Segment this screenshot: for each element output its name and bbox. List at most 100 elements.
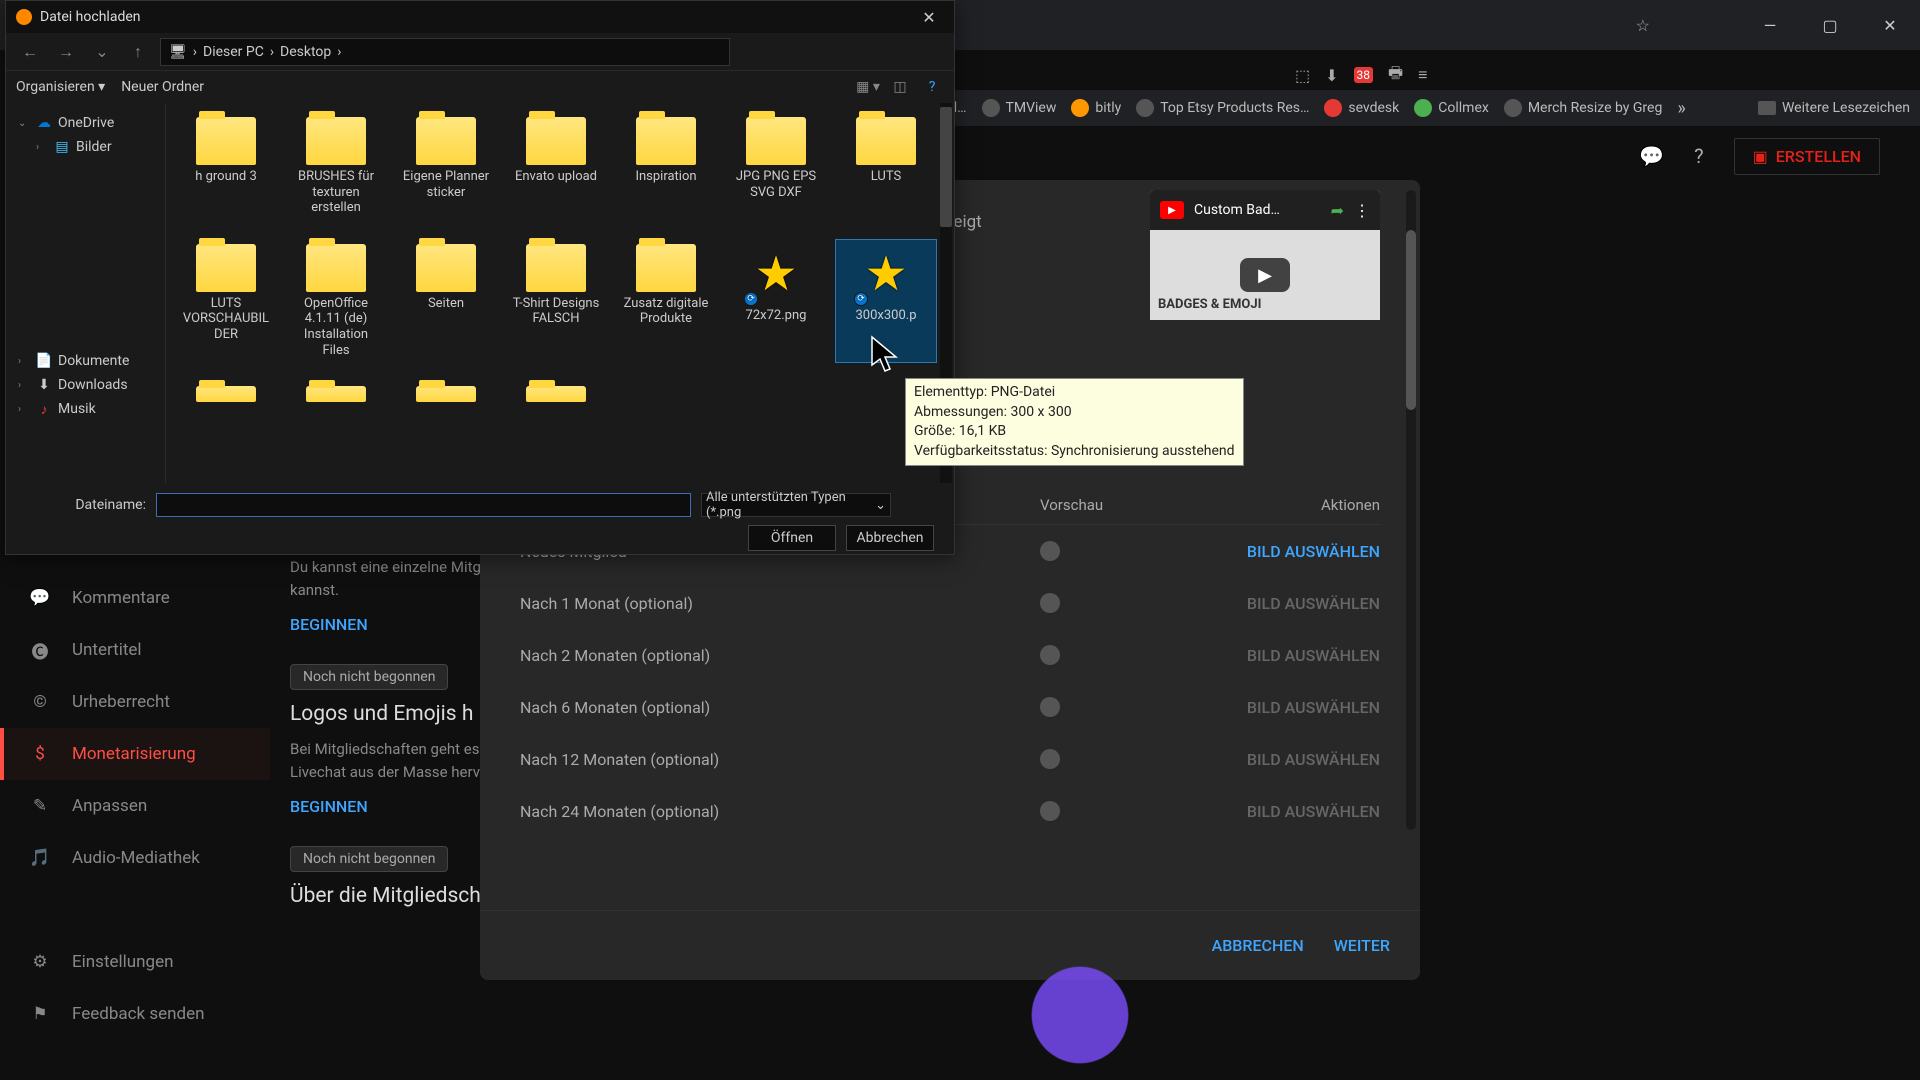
- file-name: Envato upload: [515, 169, 597, 185]
- preview-cell: [1040, 593, 1180, 613]
- new-folder-button[interactable]: Neuer Ordner: [121, 79, 204, 95]
- nav-forward-button[interactable]: →: [52, 38, 80, 66]
- cancel-button[interactable]: Abbrechen: [846, 525, 934, 551]
- create-button[interactable]: ▣ ERSTELLEN: [1734, 138, 1880, 175]
- extension-icon[interactable]: ⬚: [1295, 66, 1310, 85]
- select-image-link[interactable]: BILD AUSWÄHLEN: [1247, 646, 1380, 665]
- tree-item-musik[interactable]: ›♪Musik: [10, 397, 161, 421]
- scroll-thumb[interactable]: [940, 107, 952, 227]
- duration-cell: Nach 12 Monaten (optional): [520, 750, 1040, 769]
- select-image-link[interactable]: BILD AUSWÄHLEN: [1247, 802, 1380, 821]
- folder-icon: [306, 244, 366, 292]
- sidebar-item-subtitles[interactable]: 🅒Untertitel: [0, 624, 270, 676]
- modal-cancel-button[interactable]: ABBRECHEN: [1212, 936, 1304, 955]
- select-image-link[interactable]: BILD AUSWÄHLEN: [1247, 750, 1380, 769]
- file-item[interactable]: Inspiration: [616, 113, 716, 220]
- print-icon[interactable]: 🖶: [1388, 62, 1403, 89]
- help-icon[interactable]: ?: [1694, 144, 1703, 168]
- file-item[interactable]: BRUSHES für texturen erstellen: [286, 113, 386, 220]
- pc-icon: 🖥: [169, 44, 187, 60]
- file-item[interactable]: Seiten: [396, 240, 496, 362]
- sidebar-item-settings[interactable]: ⚙Einstellungen: [0, 936, 270, 988]
- bookmark-item[interactable]: sevdesk: [1324, 99, 1399, 117]
- sidebar-item-audio[interactable]: 🎵Audio-Mediathek: [0, 832, 270, 884]
- window-minimize-button[interactable]: —: [1750, 10, 1790, 40]
- path-segment[interactable]: Dieser PC: [203, 44, 264, 60]
- tree-item-dokumente[interactable]: ›📄Dokumente: [10, 349, 161, 373]
- preview-pane-button[interactable]: ◫: [888, 77, 912, 97]
- file-item[interactable]: [176, 382, 276, 406]
- bookmark-icon: [1504, 99, 1522, 117]
- file-list[interactable]: h ground 3 BRUSHES für texturen erstellen…: [166, 103, 954, 483]
- bookmarks-folder[interactable]: Weitere Lesezeichen: [1758, 100, 1910, 116]
- share-icon[interactable]: ➦: [1331, 201, 1344, 220]
- sidebar-item-customize[interactable]: ✎Anpassen: [0, 780, 270, 832]
- extension-icon[interactable]: 38: [1354, 67, 1374, 83]
- menu-icon[interactable]: ≡: [1418, 65, 1427, 85]
- view-mode-button[interactable]: ▦ ▾: [856, 77, 880, 97]
- path-segment[interactable]: Desktop: [280, 44, 331, 60]
- file-item[interactable]: [396, 382, 496, 406]
- address-bar[interactable]: 🖥 › Dieser PC › Desktop ›: [160, 38, 730, 66]
- select-image-link[interactable]: BILD AUSWÄHLEN: [1247, 594, 1380, 613]
- preview-cell: [1040, 801, 1180, 821]
- filename-input[interactable]: [156, 493, 691, 517]
- file-item[interactable]: [286, 382, 386, 406]
- nav-back-button[interactable]: ←: [16, 38, 44, 66]
- bookmark-icon: [1071, 99, 1089, 117]
- tooltip-line: Abmessungen: 300 x 300: [914, 403, 1235, 423]
- folder-icon: [526, 386, 586, 402]
- file-item[interactable]: LUTS VORSCHAUBILDER: [176, 240, 276, 362]
- file-name: BRUSHES für texturen erstellen: [290, 169, 382, 216]
- chat-icon[interactable]: 💬: [1639, 144, 1664, 168]
- file-item[interactable]: h ground 3: [176, 113, 276, 220]
- dialog-titlebar[interactable]: Datei hochladen ✕: [6, 1, 954, 33]
- bookmark-item[interactable]: Collmex: [1414, 99, 1489, 117]
- help-button[interactable]: ?: [920, 77, 944, 97]
- window-maximize-button[interactable]: ▢: [1810, 10, 1850, 40]
- bookmark-item[interactable]: Merch Resize by Greg: [1504, 99, 1663, 117]
- play-button[interactable]: ▶: [1240, 258, 1290, 292]
- file-type-select[interactable]: Alle unterstützten Typen (*.png⌄: [701, 493, 891, 517]
- file-item[interactable]: JPG PNG EPS SVG DXF: [726, 113, 826, 220]
- tree-item-bilder[interactable]: ›▤Bilder: [10, 135, 161, 159]
- select-image-link[interactable]: BILD AUSWÄHLEN: [1247, 542, 1380, 561]
- window-close-button[interactable]: ✕: [1870, 10, 1910, 40]
- sidebar-item-monetization[interactable]: $Monetarisierung: [0, 728, 270, 780]
- video-menu-icon[interactable]: ⋮: [1354, 201, 1370, 220]
- bookmarks-overflow-icon[interactable]: »: [1677, 98, 1685, 119]
- scroll-thumb[interactable]: [1406, 230, 1416, 410]
- file-item[interactable]: LUTS: [836, 113, 936, 220]
- sidebar-item-copyright[interactable]: ©Urheberrecht: [0, 676, 270, 728]
- modal-next-button[interactable]: WEITER: [1334, 936, 1390, 955]
- open-button[interactable]: Öffnen: [748, 525, 836, 551]
- file-item[interactable]: ★⟳72x72.png: [726, 240, 826, 362]
- file-item[interactable]: Zusatz digitale Produkte: [616, 240, 716, 362]
- bookmark-star-icon[interactable]: ☆: [1636, 16, 1650, 35]
- sidebar-item-feedback[interactable]: ⚑Feedback senden: [0, 988, 270, 1040]
- dialog-body: ⌄☁OneDrive ›▤Bilder ›📄Dokumente ›⬇Downlo…: [6, 103, 954, 483]
- bookmark-item[interactable]: Top Etsy Products Res…: [1136, 99, 1309, 117]
- file-item[interactable]: Eigene Planner sticker: [396, 113, 496, 220]
- dialog-close-button[interactable]: ✕: [914, 7, 944, 27]
- tree-item-downloads[interactable]: ›⬇Downloads: [10, 373, 161, 397]
- select-image-link[interactable]: BILD AUSWÄHLEN: [1247, 698, 1380, 717]
- organize-menu[interactable]: Organisieren ▾: [16, 79, 105, 95]
- video-body[interactable]: ▶ BADGES & EMOJI: [1150, 230, 1380, 320]
- video-embed[interactable]: ▶ Custom Bad… ➦ ⋮ ▶ BADGES & EMOJI: [1150, 190, 1380, 320]
- downloads-icon: ⬇: [36, 377, 52, 393]
- file-item[interactable]: OpenOffice 4.1.11 (de) Installation File…: [286, 240, 386, 362]
- modal-scrollbar[interactable]: [1406, 190, 1416, 830]
- file-name: h ground 3: [195, 169, 257, 185]
- file-item[interactable]: ★⟳300x300.p: [836, 240, 936, 362]
- file-item[interactable]: [506, 382, 606, 406]
- nav-recent-button[interactable]: ⌄: [88, 38, 116, 66]
- tree-item-onedrive[interactable]: ⌄☁OneDrive: [10, 111, 161, 135]
- download-icon[interactable]: ⬇: [1325, 66, 1338, 85]
- file-item[interactable]: T-Shirt Designs FALSCH: [506, 240, 606, 362]
- sidebar-item-comments[interactable]: 💬Kommentare: [0, 572, 270, 624]
- file-item[interactable]: Envato upload: [506, 113, 606, 220]
- bookmark-item[interactable]: bitly: [1071, 99, 1121, 117]
- nav-up-button[interactable]: ↑: [124, 38, 152, 66]
- bookmark-item[interactable]: TMView: [982, 99, 1057, 117]
